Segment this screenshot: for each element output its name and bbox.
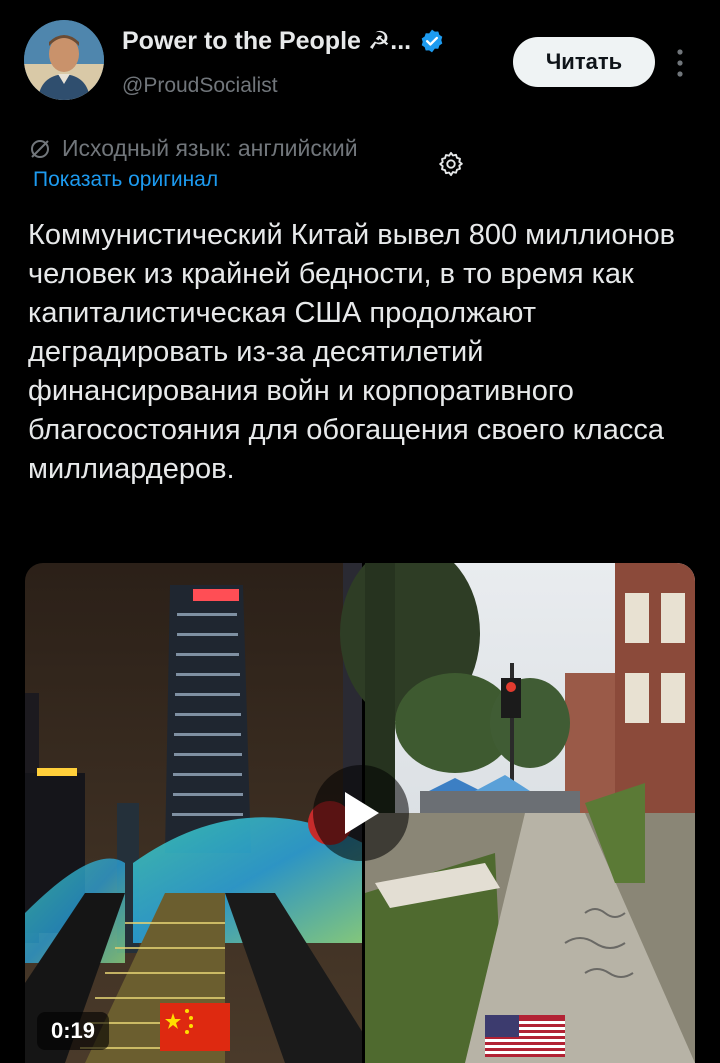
author-name-row[interactable]: Power to the People ☭... xyxy=(122,26,445,56)
video-duration: 0:19 xyxy=(37,1012,110,1050)
show-original-link[interactable]: Показать оригинал xyxy=(33,168,218,192)
translation-notice: Исходный язык: английский xyxy=(28,135,358,162)
verified-badge-icon xyxy=(421,29,443,53)
author-display-name[interactable]: Power to the People ☭... xyxy=(122,26,411,56)
avatar-photo-icon xyxy=(24,20,104,100)
avatar[interactable] xyxy=(24,20,104,100)
translation-notice-text: Исходный язык: английский xyxy=(62,135,358,161)
us-flag-icon xyxy=(485,1015,565,1057)
play-icon xyxy=(345,792,379,834)
china-flag-icon xyxy=(160,1003,230,1051)
follow-button[interactable]: Читать xyxy=(513,37,655,87)
translate-slash-icon xyxy=(31,139,49,158)
gear-icon[interactable] xyxy=(437,150,465,178)
tweet-text: Коммунистический Китай вывел 800 миллион… xyxy=(28,219,676,485)
author-handle[interactable]: @ProudSocialist xyxy=(122,74,278,98)
play-button[interactable] xyxy=(313,765,409,861)
more-options-icon[interactable] xyxy=(672,48,688,78)
